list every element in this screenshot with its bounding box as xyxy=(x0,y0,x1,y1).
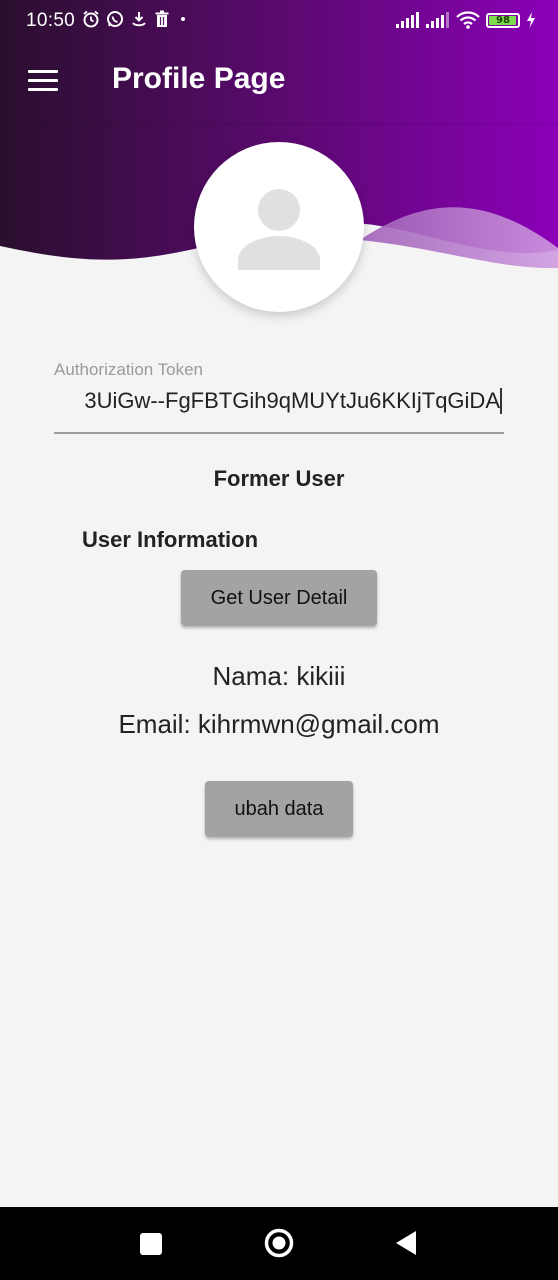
edit-data-button[interactable]: ubah data xyxy=(205,781,353,837)
signal-icon xyxy=(396,12,419,28)
menu-icon[interactable] xyxy=(28,70,58,92)
former-user-heading: Former User xyxy=(213,466,345,491)
page-title: Profile Page xyxy=(112,62,286,95)
avatar xyxy=(194,142,364,312)
get-user-detail-button[interactable]: Get User Detail xyxy=(181,570,377,626)
status-right-icons: 98 xyxy=(396,11,536,29)
text-caret xyxy=(500,388,502,414)
recents-icon[interactable] xyxy=(140,1233,162,1255)
system-navigation-bar xyxy=(0,1207,558,1280)
battery-level: 98 xyxy=(496,14,510,26)
authorization-token-field[interactable]: Authorization Token 3UiGw--FgFBTGih9qMUY… xyxy=(54,358,504,434)
user-name-text: Nama: kikiii xyxy=(212,661,346,691)
status-bar: 10:50 98 xyxy=(0,0,558,40)
user-email-text: Email: kihrmwn@gmail.com xyxy=(118,709,440,739)
battery-icon: 98 xyxy=(486,12,520,28)
home-icon[interactable] xyxy=(264,1228,294,1258)
signal-icon xyxy=(426,12,449,28)
trash-icon xyxy=(155,10,169,27)
back-icon[interactable] xyxy=(394,1229,418,1257)
user-information-heading: User Information xyxy=(82,527,259,552)
person-icon xyxy=(238,189,320,270)
app-bar: Profile Page xyxy=(0,40,558,125)
alarm-icon xyxy=(83,10,99,28)
token-input-value[interactable]: 3UiGw--FgFBTGih9qMUYtJu6KKIjTqGiDA xyxy=(84,388,500,414)
status-left-icons xyxy=(82,10,190,28)
wifi-icon xyxy=(456,11,480,29)
whatsapp-icon xyxy=(107,11,123,27)
status-time: 10:50 xyxy=(26,10,76,31)
token-label: Authorization Token xyxy=(54,360,204,379)
download-icon xyxy=(132,12,146,27)
charging-icon xyxy=(527,12,535,28)
dot-icon xyxy=(181,17,185,21)
